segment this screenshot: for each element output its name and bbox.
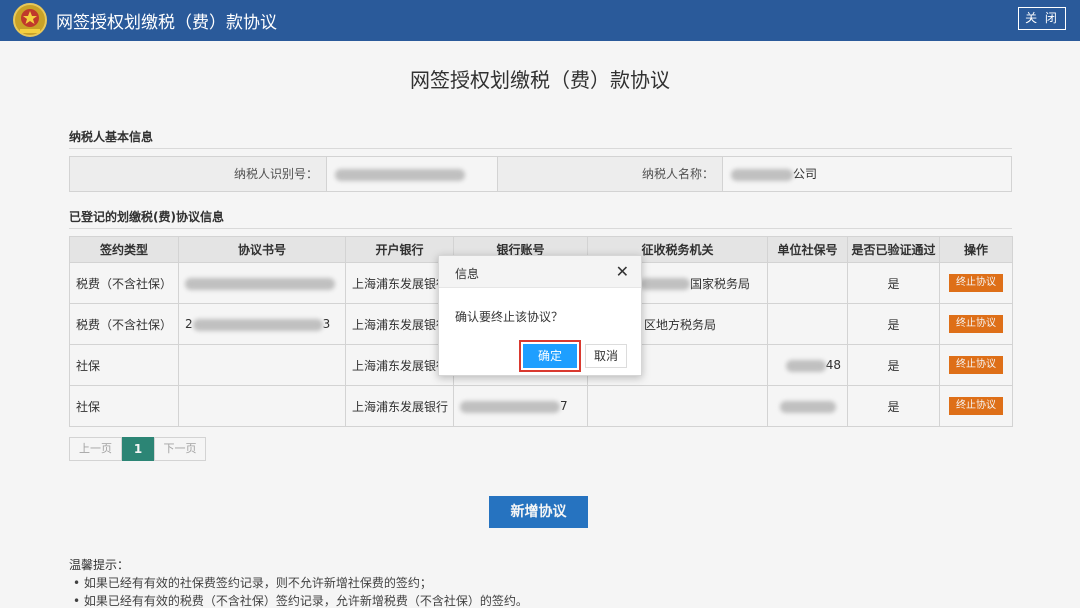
- tax-emblem-icon: [13, 3, 47, 37]
- confirm-button[interactable]: 确定: [523, 344, 577, 368]
- confirm-dialog: 信息 ✕ 确认要终止该协议？ 确定 取消: [438, 255, 642, 376]
- close-button[interactable]: 关 闭: [1018, 7, 1066, 30]
- dialog-title: 信息: [455, 267, 480, 281]
- app-title: 网签授权划缴税（费）款协议: [56, 13, 277, 33]
- top-bar: 网签授权划缴税（费）款协议 关 闭: [0, 0, 1080, 41]
- dialog-header: 信息 ✕: [439, 256, 641, 288]
- dialog-message: 确认要终止该协议？: [455, 310, 564, 324]
- cancel-button[interactable]: 取消: [585, 344, 627, 368]
- close-icon[interactable]: ✕: [616, 262, 629, 281]
